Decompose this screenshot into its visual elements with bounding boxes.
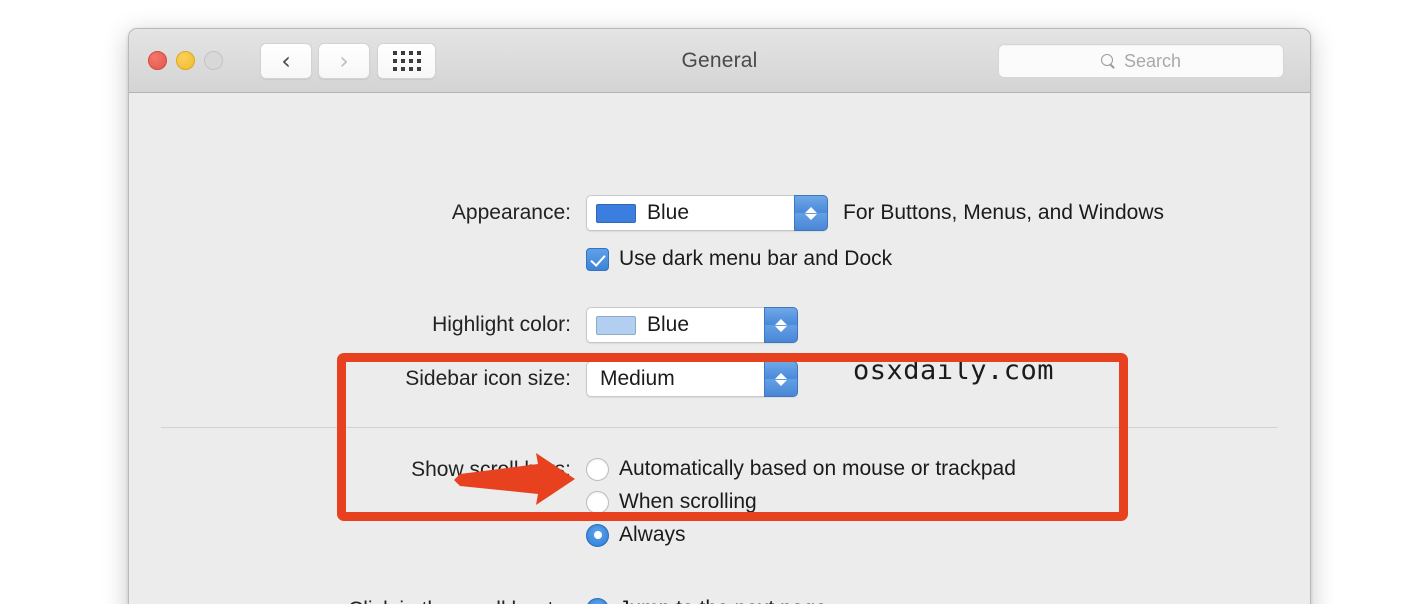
show-scroll-bars-row: Show scroll bars: Automatically based on… [129, 457, 1310, 547]
sidebar-icon-size-stepper-arrows[interactable] [764, 361, 798, 397]
highlight-color-swatch [596, 315, 636, 335]
radio-option-next-page[interactable]: Jump to the next page [586, 597, 900, 604]
search-placeholder: Search [1123, 50, 1182, 71]
sidebar-icon-size-label: Sidebar icon size: [405, 367, 571, 390]
search-icon [1100, 53, 1116, 69]
show-scroll-bars-radio-group: Automatically based on mouse or trackpad… [586, 457, 1016, 547]
radio-always[interactable] [586, 523, 609, 547]
radio-jump-next-page-label: Jump to the next page [619, 597, 827, 604]
radio-automatically[interactable] [586, 457, 609, 481]
pointer-arrow-annotation [454, 453, 575, 505]
appearance-dropdown[interactable]: Blue [586, 195, 828, 231]
screenshot-stage: ‹ › General Search Appearance: Blue For … [0, 0, 1428, 604]
preferences-content: Appearance: Blue For Buttons, Menus, and… [129, 93, 1310, 604]
highlight-color-dropdown[interactable]: Blue [586, 307, 798, 343]
sidebar-icon-size-row: Sidebar icon size: Medium [129, 361, 1310, 397]
radio-option-when-scrolling[interactable]: When scrolling [586, 490, 1016, 514]
appearance-value: Blue [647, 201, 690, 224]
radio-option-automatically[interactable]: Automatically based on mouse or trackpad [586, 457, 1016, 481]
highlight-color-stepper-arrows[interactable] [764, 307, 798, 343]
appearance-stepper-arrows[interactable] [794, 195, 828, 231]
site-watermark: osxdaily.com [853, 355, 1055, 386]
appearance-color-swatch [596, 203, 636, 223]
highlight-color-row: Highlight color: Blue [129, 307, 1310, 343]
appearance-helper-text: For Buttons, Menus, and Windows [843, 201, 1164, 224]
radio-always-label: Always [619, 523, 686, 546]
dark-mode-row: Use dark menu bar and Dock [586, 247, 892, 271]
click-scroll-bar-label: Click in the scroll bar to: [129, 597, 571, 604]
system-preferences-window: ‹ › General Search Appearance: Blue For … [128, 28, 1311, 604]
window-titlebar: ‹ › General Search [129, 29, 1310, 93]
radio-option-always[interactable]: Always [586, 523, 1016, 547]
section-divider [161, 427, 1278, 428]
dark-mode-checkbox[interactable] [586, 247, 609, 271]
sidebar-icon-size-value: Medium [600, 367, 675, 390]
highlight-color-value: Blue [647, 313, 690, 336]
sidebar-icon-size-dropdown[interactable]: Medium [586, 361, 798, 397]
appearance-label: Appearance: [451, 201, 571, 224]
dark-mode-label: Use dark menu bar and Dock [619, 247, 893, 270]
radio-when-scrolling-label: When scrolling [619, 490, 757, 513]
click-scroll-bar-row: Click in the scroll bar to: Jump to the … [129, 597, 1310, 604]
radio-when-scrolling[interactable] [586, 490, 609, 514]
highlight-color-label: Highlight color: [432, 313, 571, 336]
click-scroll-bar-radio-group: Jump to the next page Jump to the spot t… [586, 597, 900, 604]
radio-jump-next-page[interactable] [586, 597, 609, 604]
radio-automatically-label: Automatically based on mouse or trackpad [619, 457, 1016, 480]
appearance-row: Appearance: Blue For Buttons, Menus, and… [129, 195, 1310, 231]
dark-mode-checkbox-group[interactable]: Use dark menu bar and Dock [586, 247, 892, 271]
search-field[interactable]: Search [998, 44, 1284, 78]
